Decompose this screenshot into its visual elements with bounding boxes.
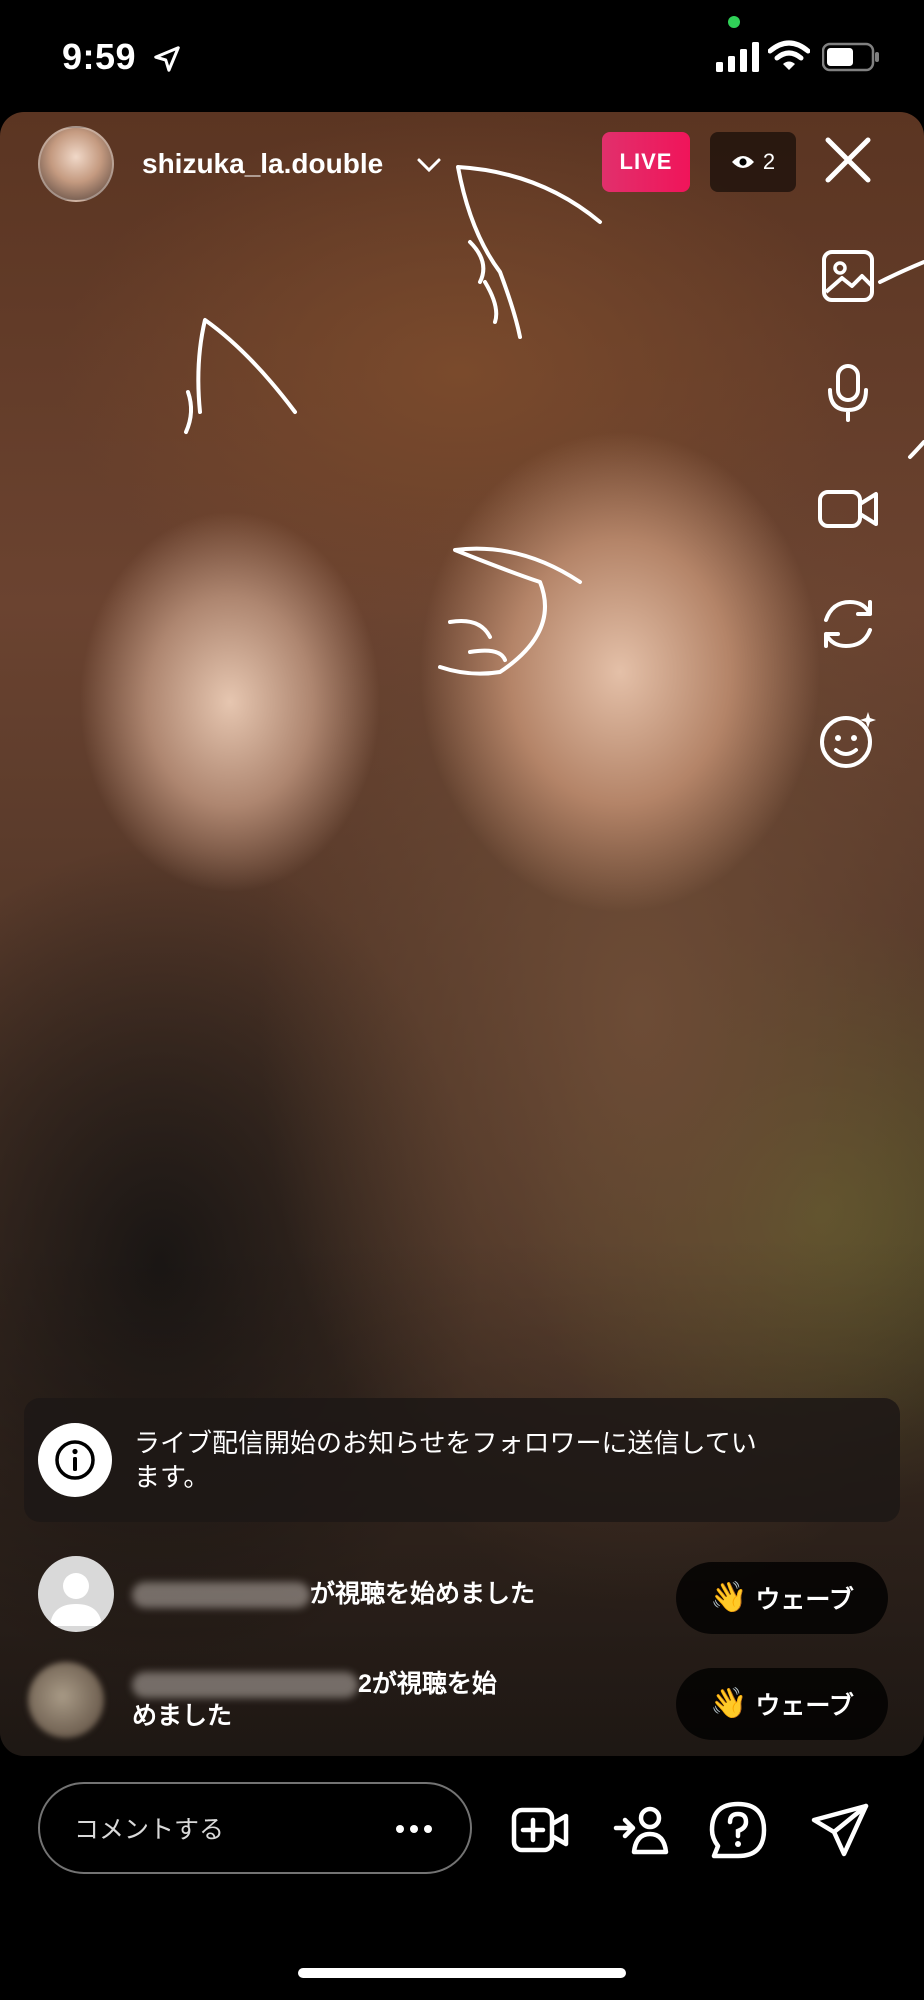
effects-button[interactable]	[816, 708, 880, 772]
camera-toggle[interactable]	[816, 476, 880, 540]
status-time: 9:59	[62, 36, 137, 77]
joined-suffix: 2が視聴を始	[358, 1670, 497, 1698]
viewer-joined-row: が視聴を始めました 👋 ウェーブ	[38, 1554, 888, 1634]
live-video-feed[interactable]: shizuka_la.double LIVE 2 ライブ配信開始のお知らせをフォ…	[0, 112, 924, 1756]
blurred-username	[132, 1582, 310, 1609]
cellular-signal-icon	[716, 42, 759, 72]
viewer-avatar[interactable]	[38, 1556, 114, 1632]
info-icon	[38, 1423, 112, 1497]
host-avatar[interactable]	[38, 126, 114, 202]
close-icon[interactable]	[822, 134, 874, 186]
more-options-icon[interactable]	[390, 1814, 438, 1844]
notice-text: ライブ配信開始のお知らせをフォロワーに送信してい ます。	[134, 1426, 757, 1494]
viewer-joined-row: 2が視聴を始 めました 👋 ウェーブ	[28, 1660, 888, 1740]
add-image-button[interactable]	[816, 244, 880, 308]
joined-suffix: が視聴を始めました	[310, 1580, 536, 1608]
notice-text-line1: ライブ配信開始のお知らせをフォロワーに送信してい	[134, 1428, 757, 1458]
share-send-icon[interactable]	[810, 1800, 870, 1860]
notice-text-line2: ます。	[134, 1462, 210, 1492]
viewer-count-badge[interactable]: 2	[710, 132, 796, 192]
blurred-username	[132, 1672, 358, 1699]
wave-button[interactable]: 👋 ウェーブ	[676, 1562, 888, 1634]
privacy-indicator-dot	[728, 16, 740, 28]
status-bar: 9:59	[0, 0, 924, 110]
host-username[interactable]: shizuka_la.double	[142, 148, 383, 180]
joined-message: 2が視聴を始 めました	[132, 1668, 497, 1732]
image-icon	[822, 250, 874, 302]
location-arrow-icon	[154, 46, 180, 72]
questions-icon[interactable]	[708, 1800, 768, 1860]
flip-camera-button[interactable]	[816, 592, 880, 656]
viewer-avatar[interactable]	[28, 1662, 104, 1738]
viewer-count: 2	[762, 149, 776, 174]
switch-camera-icon	[824, 600, 872, 648]
microphone-toggle[interactable]	[816, 360, 880, 424]
eye-icon	[731, 156, 754, 168]
battery-icon	[822, 42, 879, 72]
joined-message: が視聴を始めました	[132, 1578, 535, 1610]
joined-suffix-line2: めました	[132, 1702, 233, 1730]
effects-icon	[820, 712, 876, 768]
microphone-icon	[828, 364, 868, 422]
wifi-icon	[768, 40, 810, 70]
wave-button[interactable]: 👋 ウェーブ	[676, 1668, 888, 1740]
comment-field[interactable]	[38, 1782, 472, 1874]
wave-button-label: ウェーブ	[755, 1586, 854, 1614]
default-profile-icon	[50, 1573, 102, 1626]
invite-request-icon[interactable]	[612, 1800, 672, 1860]
add-guest-video-icon[interactable]	[510, 1800, 570, 1860]
waving-hand-icon: 👋	[710, 1687, 748, 1720]
live-badge: LIVE	[602, 132, 690, 192]
video-camera-icon	[818, 490, 878, 528]
waving-hand-icon: 👋	[710, 1581, 748, 1614]
chevron-down-icon[interactable]	[414, 150, 444, 180]
go-live-notification: ライブ配信開始のお知らせをフォロワーに送信してい ます。	[24, 1398, 900, 1522]
home-indicator[interactable]	[298, 1968, 626, 1978]
live-tools-column	[816, 244, 880, 824]
wave-button-label: ウェーブ	[755, 1692, 854, 1720]
comment-input[interactable]	[74, 1810, 374, 1850]
